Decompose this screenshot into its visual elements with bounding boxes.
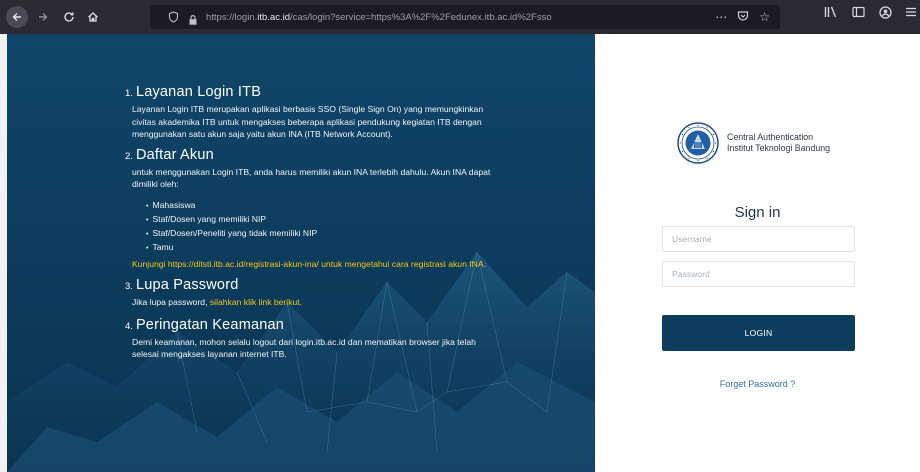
itb-seal-logo bbox=[677, 122, 719, 164]
section-title: Layanan Login ITB bbox=[135, 84, 262, 100]
signin-title: Sign in bbox=[734, 204, 781, 221]
info-panel: 1. Layanan Login ITB Layanan Login ITB m… bbox=[7, 34, 595, 472]
star-icon[interactable]: ☆ bbox=[759, 10, 770, 24]
more-icon[interactable]: ⋯ bbox=[715, 10, 727, 24]
username-input[interactable] bbox=[662, 226, 855, 252]
brand-header: Central Authentication Institut Teknolog… bbox=[677, 122, 830, 164]
section-number: 4. bbox=[125, 320, 133, 332]
section-title: Lupa Password bbox=[135, 277, 239, 293]
forward-icon[interactable] bbox=[32, 6, 54, 28]
login-button[interactable]: LOGIN bbox=[662, 315, 855, 351]
section-peringatan-keamanan: 4. Peringatan Keamanan Demi keamanan, mo… bbox=[125, 317, 505, 361]
menu-icon[interactable] bbox=[906, 6, 916, 23]
section-lupa-password: 3. Lupa Password Jika lupa password, sil… bbox=[125, 277, 505, 309]
section-title: Peringatan Keamanan bbox=[135, 316, 285, 333]
section-layanan-login: 1. Layanan Login ITB Layanan Login ITB m… bbox=[125, 84, 505, 141]
lock-icon[interactable] bbox=[188, 11, 198, 25]
section-number: 1. bbox=[125, 88, 133, 99]
url-bar[interactable]: https://login.itb.ac.id/cas/login?servic… bbox=[150, 5, 780, 29]
list-item: Staf/Dosen yang memiliki NIP bbox=[146, 213, 505, 227]
list-item: Staf/Dosen/Peneliti yang tidak memiliki … bbox=[146, 227, 505, 241]
home-icon[interactable] bbox=[82, 6, 104, 28]
library-icon[interactable] bbox=[824, 6, 838, 23]
password-input[interactable] bbox=[662, 261, 855, 287]
section-body: Layanan Login ITB merupakan aplikasi ber… bbox=[132, 104, 484, 139]
info-content: 1. Layanan Login ITB Layanan Login ITB m… bbox=[125, 80, 505, 361]
section-body: Jika lupa password, bbox=[132, 297, 210, 307]
section-body: Demi keamanan, mohon selalu logout dari … bbox=[132, 336, 476, 360]
login-panel: Central Authentication Institut Teknolog… bbox=[595, 34, 920, 472]
sidebar-icon[interactable] bbox=[852, 6, 865, 23]
back-icon[interactable] bbox=[6, 6, 28, 28]
section-title: Daftar Akun bbox=[135, 146, 214, 163]
account-type-list: Mahasiswa Staf/Dosen yang memiliki NIP S… bbox=[146, 199, 505, 255]
browser-toolbar: https://login.itb.ac.id/cas/login?servic… bbox=[0, 0, 920, 34]
section-number: 3. bbox=[125, 281, 133, 292]
pocket-icon[interactable] bbox=[737, 10, 749, 25]
brand-line-2: Institut Teknologi Bandung bbox=[727, 143, 831, 153]
reload-icon[interactable] bbox=[58, 6, 80, 28]
reset-password-link[interactable]: silahkan klik link berikut. bbox=[210, 297, 302, 307]
account-icon[interactable] bbox=[879, 6, 892, 23]
registration-link[interactable]: Kunjungi https://ditsti.itb.ac.id/regist… bbox=[132, 258, 505, 271]
brand-line-1: Central Authentication bbox=[727, 132, 814, 142]
list-item: Mahasiswa bbox=[146, 199, 505, 213]
shield-icon[interactable] bbox=[168, 11, 180, 23]
url-text[interactable]: https://login.itb.ac.id/cas/login?servic… bbox=[206, 12, 552, 23]
section-number: 2. bbox=[125, 150, 133, 162]
forget-password-link[interactable]: Forget Password ? bbox=[595, 379, 920, 389]
section-body: untuk menggunakan Login ITB, anda harus … bbox=[132, 166, 491, 190]
list-item: Tamu bbox=[146, 241, 505, 255]
section-daftar-akun: 2. Daftar Akun untuk menggunakan Login I… bbox=[125, 147, 505, 271]
